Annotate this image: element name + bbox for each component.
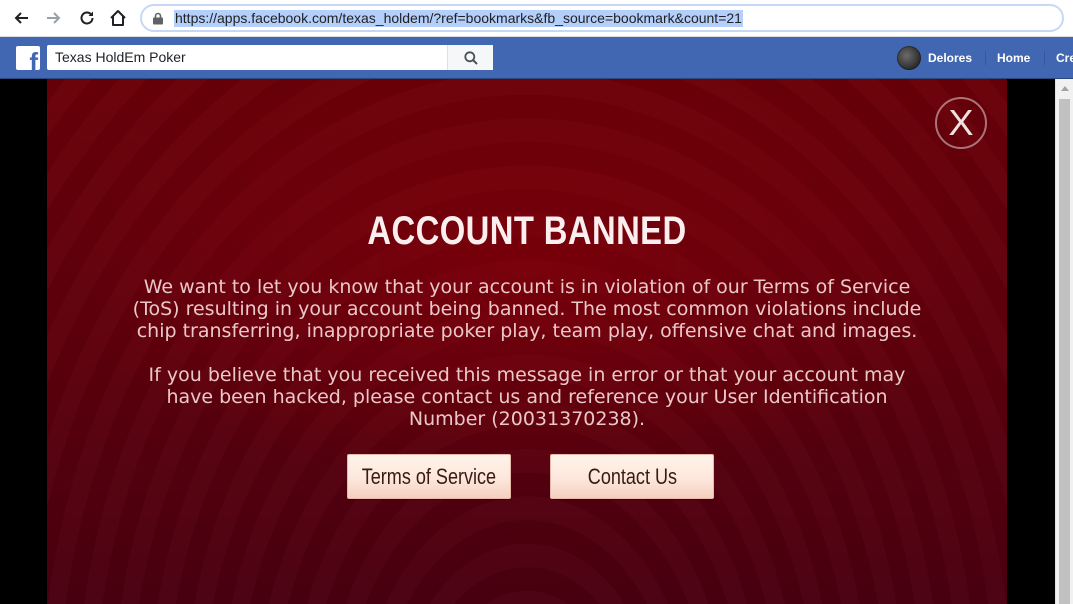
page-scrollbar[interactable]	[1055, 79, 1073, 604]
violation-paragraph: We want to let you know that your accoun…	[132, 276, 922, 342]
game-canvas: X ACCOUNT BANNED We want to let you know…	[47, 79, 1007, 604]
nav-create-link[interactable]: Cre	[1056, 51, 1073, 65]
appeal-paragraph: If you believe that you received this me…	[148, 364, 906, 430]
back-button[interactable]	[9, 6, 33, 30]
nav-divider	[1044, 51, 1045, 65]
arrow-left-icon	[14, 12, 28, 24]
search-icon	[463, 50, 478, 65]
home-button[interactable]	[106, 6, 130, 30]
address-bar[interactable]: https://apps.facebook.com/texas_holdem/?…	[140, 4, 1064, 32]
dialog-message: We want to let you know that your accoun…	[127, 276, 927, 430]
avatar	[897, 46, 921, 70]
reload-button[interactable]	[75, 6, 99, 30]
close-button[interactable]: X	[935, 97, 987, 149]
forward-button[interactable]	[42, 6, 66, 30]
scroll-up-arrow-icon	[1060, 85, 1069, 91]
contact-us-label: Contact Us	[587, 463, 677, 489]
user-name: Delores	[928, 51, 973, 65]
contact-us-button[interactable]: Contact Us	[550, 454, 714, 499]
scroll-up-button[interactable]	[1056, 79, 1073, 96]
search-button[interactable]	[447, 45, 493, 70]
home-icon	[110, 10, 126, 26]
browser-toolbar: https://apps.facebook.com/texas_holdem/?…	[0, 0, 1073, 37]
terms-of-service-label: Terms of Service	[361, 463, 497, 489]
profile-link[interactable]: Delores	[897, 45, 972, 71]
facebook-header: f Texas HoldEm Poker Delores Home Cre	[0, 37, 1073, 79]
arrow-right-icon	[47, 12, 61, 24]
url-text[interactable]: https://apps.facebook.com/texas_holdem/?…	[174, 10, 743, 27]
reload-icon	[80, 11, 94, 25]
dialog-title: ACCOUNT BANNED	[367, 209, 687, 253]
nav-divider	[985, 51, 986, 65]
scroll-thumb[interactable]	[1059, 99, 1070, 604]
search-input[interactable]: Texas HoldEm Poker	[55, 50, 186, 65]
nav-home-link[interactable]: Home	[997, 51, 1030, 65]
lock-icon	[153, 12, 163, 25]
search-field[interactable]: Texas HoldEm Poker	[47, 45, 493, 70]
terms-of-service-button[interactable]: Terms of Service	[347, 454, 511, 499]
account-banned-dialog: X ACCOUNT BANNED We want to let you know…	[47, 79, 1007, 604]
close-icon: X	[948, 102, 974, 143]
game-area: X ACCOUNT BANNED We want to let you know…	[0, 79, 1073, 604]
facebook-logo-icon[interactable]: f	[16, 46, 40, 70]
